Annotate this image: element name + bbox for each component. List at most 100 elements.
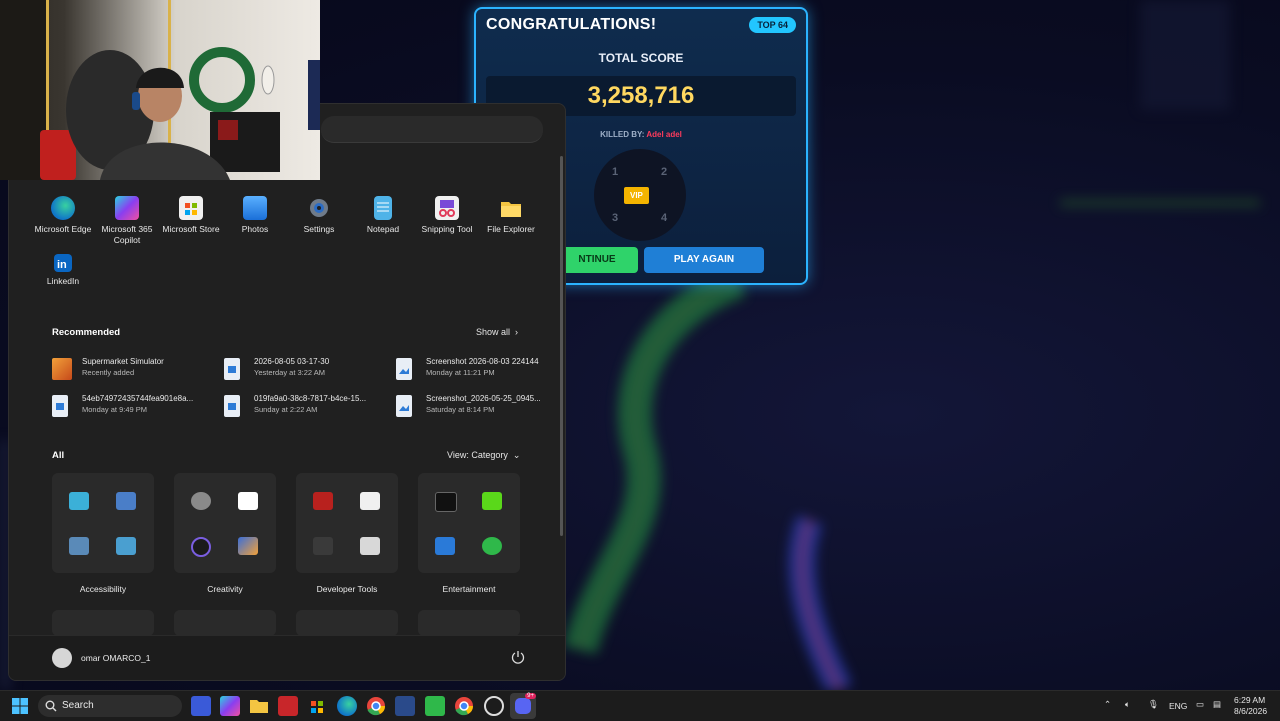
category-developer-tools[interactable] <box>296 473 398 573</box>
windows-start-icon[interactable] <box>10 696 30 716</box>
image-file-icon <box>396 395 412 417</box>
microphone-icon[interactable]: 🎙︎ <box>1148 699 1159 710</box>
chrome-profile-icon[interactable] <box>454 696 474 716</box>
category-label: Entertainment <box>442 584 496 594</box>
recommended-heading: Recommended <box>52 327 121 338</box>
recommended-item[interactable]: Screenshot_2026-05-25_0945... Saturday a… <box>396 393 556 419</box>
pinned-m365-copilot[interactable]: Microsoft 365 Copilot <box>95 196 159 246</box>
recommended-item[interactable]: 54eb74972435744fea901e8a... Monday at 9:… <box>52 393 212 419</box>
wheel-number-1: 1 <box>612 166 619 178</box>
discord-taskbar-button[interactable]: 9+ <box>510 693 536 719</box>
chevron-right-icon: › <box>512 327 519 337</box>
linkedin-icon: in <box>54 254 72 272</box>
chrome-icon[interactable] <box>366 696 386 716</box>
recommended-item-name: 2026-08-05 03-17-30 <box>254 357 330 366</box>
edge-icon[interactable] <box>337 696 357 716</box>
network-icon[interactable]: ▤ <box>1213 699 1221 710</box>
gear-icon <box>307 196 331 220</box>
epic-games-icon <box>435 492 457 512</box>
pinned-photos[interactable]: Photos <box>223 196 287 235</box>
category-creativity[interactable] <box>174 473 276 573</box>
search-label: Search <box>62 700 94 711</box>
pinned-notepad[interactable]: Notepad <box>351 196 415 235</box>
recommended-item-name: 54eb74972435744fea901e8a... <box>82 394 194 403</box>
recommended-item-name: 019fa9a0-38c8-7817-b4ce-15... <box>254 394 367 403</box>
recommended-item[interactable]: 019fa9a0-38c8-7817-b4ce-15... Sunday at … <box>224 393 384 419</box>
pinned-edge[interactable]: Microsoft Edge <box>31 196 95 235</box>
streamer-video <box>0 0 320 180</box>
recommended-item-name: Screenshot 2026-08-03 224144 <box>426 357 539 366</box>
show-all-button[interactable]: Show all › <box>476 327 518 337</box>
store-icon[interactable] <box>307 696 327 716</box>
wheel-number-4: 4 <box>661 212 668 224</box>
view-category-dropdown[interactable]: View: Category ⌄ <box>447 450 520 461</box>
clock-date[interactable]: 8/6/2026 <box>1234 706 1267 716</box>
category-folder[interactable] <box>418 610 520 636</box>
recommended-item-time: Saturday at 8:14 PM <box>426 405 495 414</box>
recommended-item-name: Screenshot_2026-05-25_0945... <box>426 394 541 403</box>
reward-wheel[interactable]: 1 2 3 4 VIP <box>594 149 686 241</box>
start-user-bar: omar OMARCO_1 <box>9 635 565 680</box>
task-view-icon[interactable] <box>191 696 211 716</box>
category-accessibility[interactable] <box>52 473 154 573</box>
clock-time[interactable]: 6:29 AM <box>1234 695 1265 705</box>
steam-icon[interactable] <box>484 696 504 716</box>
recommended-item[interactable]: Screenshot 2026-08-03 224144 Monday at 1… <box>396 356 556 382</box>
video-file-icon <box>52 395 68 417</box>
continue-button[interactable]: NTINUE <box>556 247 638 273</box>
vip-badge: VIP <box>624 187 649 204</box>
filezilla-icon <box>313 492 333 510</box>
vpn-app-icon[interactable] <box>395 696 415 716</box>
notepad-icon <box>374 196 392 220</box>
category-entertainment[interactable] <box>418 473 520 573</box>
display-icon[interactable]: ▭ <box>1196 699 1204 710</box>
snake-graphic <box>563 270 852 690</box>
killer-name: Adel adel <box>646 130 682 139</box>
speaker-icon[interactable]: 🔈︎ <box>1125 699 1130 710</box>
chevron-up-icon[interactable]: ⌃ <box>1104 699 1111 710</box>
recommended-item-time: Sunday at 2:22 AM <box>254 405 318 414</box>
photos-icon <box>243 196 267 220</box>
start-scrollbar[interactable] <box>560 156 563 536</box>
file-explorer-icon[interactable] <box>249 696 269 716</box>
notification-badge: 9+ <box>525 693 536 699</box>
pinned-label: Microsoft 365 Copilot <box>101 224 153 245</box>
user-name[interactable]: omar OMARCO_1 <box>81 653 150 663</box>
edge-icon <box>51 196 75 220</box>
pinned-snipping-tool[interactable]: Snipping Tool <box>415 196 479 235</box>
category-folder[interactable] <box>296 610 398 636</box>
game-icon <box>52 358 72 380</box>
wheel-number-2: 2 <box>661 166 668 178</box>
start-search-input[interactable] <box>321 116 543 143</box>
nvidia-app-icon <box>482 492 502 510</box>
pinned-file-explorer[interactable]: File Explorer <box>479 196 543 235</box>
video-file-icon <box>224 395 240 417</box>
live-captions-icon <box>116 537 136 555</box>
snipping-tool-icon <box>435 196 459 220</box>
game-app-icon[interactable] <box>425 696 445 716</box>
category-folder[interactable] <box>174 610 276 636</box>
m365-copilot-icon[interactable] <box>220 696 240 716</box>
recommended-item[interactable]: Supermarket Simulator Recently added <box>52 356 212 382</box>
play-again-button[interactable]: PLAY AGAIN <box>644 247 764 273</box>
congrats-title: CONGRATULATIONS! <box>486 16 657 33</box>
folder-icon <box>499 196 523 220</box>
power-icon[interactable] <box>511 650 525 664</box>
total-score-label: TOTAL SCORE <box>598 51 684 65</box>
pinned-linkedin[interactable]: in LinkedIn <box>31 254 95 287</box>
pinned-store[interactable]: Microsoft Store <box>159 196 223 235</box>
recommended-item-time: Monday at 9:49 PM <box>82 405 148 414</box>
media-player-icon <box>435 537 455 555</box>
pinned-label: File Explorer <box>487 224 535 234</box>
recommended-item[interactable]: 2026-08-05 03-17-30 Yesterday at 3:22 AM <box>224 356 384 382</box>
language-indicator[interactable]: ENG <box>1169 701 1187 711</box>
recording-app-icon[interactable] <box>278 696 298 716</box>
view-label: View: Category <box>447 450 508 460</box>
recommended-item-time: Monday at 11:21 PM <box>426 368 495 377</box>
category-folder[interactable] <box>52 610 154 636</box>
pinned-label: LinkedIn <box>46 276 80 286</box>
pinned-settings[interactable]: Settings <box>287 196 351 235</box>
svg-text:in: in <box>57 259 67 271</box>
taskbar-search[interactable]: Search <box>38 695 182 717</box>
avatar[interactable] <box>52 648 72 668</box>
